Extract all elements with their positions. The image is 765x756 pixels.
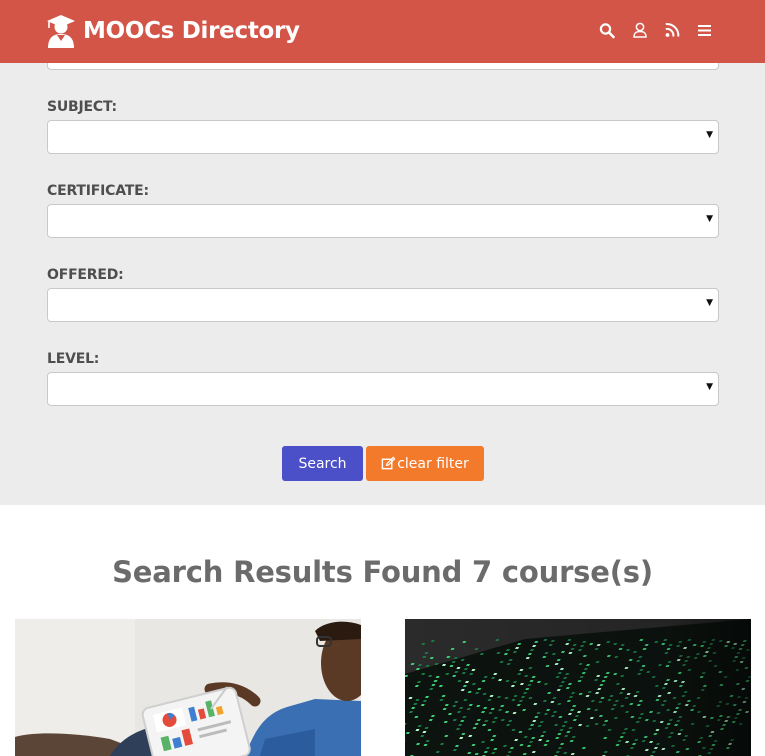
brand-name: MOOCs Directory [83,18,300,44]
user-icon[interactable] [632,21,648,39]
results-heading: Search Results Found 7 course(s) [112,555,653,589]
person-with-tablet-image [15,619,361,756]
offered-select[interactable]: ▼ [47,288,719,322]
chevron-down-icon: ▼ [706,382,713,392]
brand-link[interactable]: MOOCs Directory [46,14,300,48]
top-navbar: MOOCs Directory [0,0,765,63]
clear-filter-label: clear filter [397,455,469,472]
menu-icon[interactable] [697,21,713,39]
certificate-select[interactable]: ▼ [47,204,719,238]
level-select[interactable]: ▼ [47,372,719,406]
subject-select[interactable]: ▼ [47,120,719,154]
edit-icon [381,456,396,470]
search-button-label: Search [298,455,347,472]
course-card-image[interactable] [15,619,361,756]
clear-filter-button[interactable]: clear filter [366,446,484,481]
green-code-screen-image [405,619,751,756]
certificate-label: CERTIFICATE: [47,183,149,199]
search-button[interactable]: Search [282,446,363,481]
offered-label: OFFERED: [47,267,124,283]
chevron-down-icon: ▼ [706,298,713,308]
search-icon[interactable] [599,21,615,39]
rss-icon[interactable] [664,21,680,39]
filter-panel: SUBJECT: ▼ CERTIFICATE: ▼ OFFERED: ▼ LEV… [0,0,765,505]
subject-label: SUBJECT: [47,99,117,115]
chevron-down-icon: ▼ [706,130,713,140]
chevron-down-icon: ▼ [706,214,713,224]
graduate-logo-icon [47,15,75,48]
level-label: LEVEL: [47,351,100,367]
course-card-image[interactable] [405,619,751,756]
